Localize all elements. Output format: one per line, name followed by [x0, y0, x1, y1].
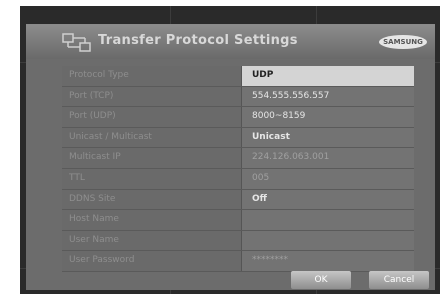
host-name-field[interactable]: [242, 210, 414, 230]
setting-row-ttl[interactable]: TTL 005: [62, 168, 414, 190]
ddns-site-select[interactable]: Off: [242, 189, 414, 210]
multicast-ip-field[interactable]: 224.126.063.001: [242, 148, 414, 168]
setting-row-port-tcp[interactable]: Port (TCP) 554.555.556.557: [62, 86, 414, 108]
setting-label: User Password: [62, 251, 242, 271]
settings-table: Protocol Type UDP Port (TCP) 554.555.556…: [62, 66, 414, 272]
dialog-title-bar: Transfer Protocol Settings SAMSUNG: [26, 25, 435, 59]
protocol-type-select[interactable]: UDP: [242, 66, 414, 86]
samsung-logo: SAMSUNG: [379, 35, 427, 49]
transfer-protocol-dialog: Transfer Protocol Settings SAMSUNG Proto…: [26, 24, 435, 290]
user-name-field[interactable]: [242, 230, 414, 251]
setting-row-user-password[interactable]: User Password ********: [62, 251, 414, 272]
setting-label: Port (UDP): [62, 107, 242, 127]
dvr-screen: Transfer Protocol Settings SAMSUNG Proto…: [20, 6, 440, 294]
ok-button[interactable]: OK: [291, 271, 351, 289]
setting-row-user-name[interactable]: User Name: [62, 230, 414, 252]
setting-label: Protocol Type: [62, 66, 242, 86]
user-password-field[interactable]: ********: [242, 251, 414, 271]
setting-row-multicast-ip[interactable]: Multicast IP 224.126.063.001: [62, 148, 414, 169]
setting-label: Port (TCP): [62, 86, 242, 107]
setting-label: User Name: [62, 230, 242, 251]
setting-label: Host Name: [62, 210, 242, 230]
setting-label: TTL: [62, 168, 242, 189]
cancel-button[interactable]: Cancel: [369, 271, 429, 289]
dialog-title: Transfer Protocol Settings: [98, 33, 298, 48]
setting-row-host-name[interactable]: Host Name: [62, 210, 414, 231]
setting-row-unicast-multicast[interactable]: Unicast / Multicast Unicast: [62, 127, 414, 149]
port-udp-field[interactable]: 8000~8159: [242, 107, 414, 127]
unicast-multicast-select[interactable]: Unicast: [242, 127, 414, 148]
network-transfer-icon: [62, 33, 91, 52]
setting-label: Unicast / Multicast: [62, 127, 242, 148]
port-tcp-field[interactable]: 554.555.556.557: [242, 86, 414, 107]
ttl-field[interactable]: 005: [242, 168, 414, 189]
setting-label: Multicast IP: [62, 148, 242, 168]
setting-row-protocol-type[interactable]: Protocol Type UDP: [62, 66, 414, 87]
setting-row-port-udp[interactable]: Port (UDP) 8000~8159: [62, 107, 414, 128]
setting-row-ddns-site[interactable]: DDNS Site Off: [62, 189, 414, 211]
setting-label: DDNS Site: [62, 189, 242, 210]
